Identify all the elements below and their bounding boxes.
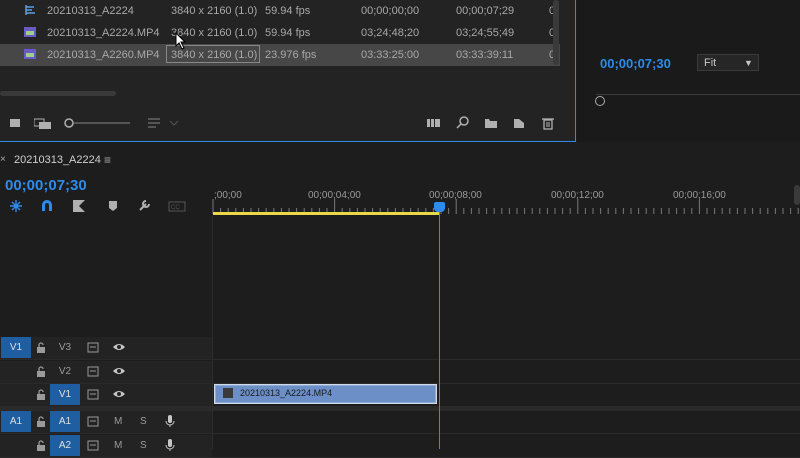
monitor-timecode[interactable]: 00;00;07;30: [600, 56, 671, 71]
track-header[interactable]: V1 V3: [0, 337, 212, 359]
new-item-icon[interactable]: [512, 116, 528, 130]
wrench-icon[interactable]: [137, 199, 151, 213]
timeline-vertical-scrollbar[interactable]: [794, 185, 800, 205]
insert-nest-icon[interactable]: [9, 199, 23, 213]
sync-lock-icon[interactable]: [87, 342, 99, 356]
solo-toggle[interactable]: S: [140, 440, 147, 451]
lock-icon[interactable]: [36, 440, 46, 454]
work-area-bar[interactable]: [213, 212, 439, 215]
mouse-cursor-icon: [175, 31, 187, 55]
fx-badge-icon: [223, 388, 233, 398]
find-icon[interactable]: [456, 116, 472, 130]
track-header[interactable]: V2: [0, 361, 212, 383]
sync-lock-icon[interactable]: [87, 389, 99, 403]
lock-icon[interactable]: [36, 342, 46, 356]
project-item-row[interactable]: 20210313_A2224 3840 x 2160 (1.0) 59.94 fps…: [0, 0, 560, 22]
ruler-label: 00;00;04;00: [308, 190, 361, 201]
item-start: 00;00;00;00: [361, 5, 420, 17]
source-patch[interactable]: A1: [1, 411, 31, 432]
monitor-playhead-icon[interactable]: [595, 96, 605, 106]
item-name: 20210313_A2260.MP4: [47, 49, 160, 61]
lock-icon[interactable]: [36, 366, 46, 380]
sequence-tab[interactable]: 20210313_A2224: [14, 154, 101, 166]
item-end: 03;24;55;49: [456, 27, 515, 39]
microphone-icon[interactable]: [165, 414, 175, 431]
ruler-label: ;00;00: [214, 190, 242, 201]
track-target[interactable]: V3: [50, 337, 80, 358]
source-patch[interactable]: [1, 435, 31, 456]
track-row: V2: [0, 361, 800, 384]
project-horizontal-scrollbar[interactable]: [0, 91, 116, 96]
track-target[interactable]: A1: [50, 411, 80, 432]
ruler-label: 00;00;08;00: [429, 190, 482, 201]
item-start: 03;24;48;20: [361, 27, 420, 39]
zoom-slider-icon[interactable]: [64, 116, 130, 130]
monitor-scrub-bar[interactable]: [596, 94, 800, 105]
item-fps: 23.976 fps: [265, 49, 317, 61]
chevron-down-icon: ▼: [744, 58, 753, 68]
track-header[interactable]: A1 A1 M S: [0, 411, 212, 433]
panel-menu-icon[interactable]: ≡: [104, 153, 111, 167]
eye-icon[interactable]: [112, 389, 126, 402]
track-target[interactable]: V1: [50, 384, 80, 405]
track-target[interactable]: A2: [50, 435, 80, 456]
program-monitor: [577, 0, 800, 142]
ruler-label: 00;00;12;00: [551, 190, 604, 201]
solo-toggle[interactable]: S: [140, 416, 147, 427]
clip-label: 20210313_A2224.MP4: [240, 388, 333, 398]
new-bin-icon[interactable]: [484, 116, 500, 130]
source-patch[interactable]: [1, 361, 31, 382]
close-icon[interactable]: ×: [0, 154, 6, 165]
snap-magnet-icon[interactable]: [40, 199, 54, 213]
item-end: 03:33:39:11: [456, 49, 514, 61]
automate-icon[interactable]: [426, 116, 442, 130]
item-fps: 59.94 fps: [265, 5, 311, 17]
lock-icon[interactable]: [36, 389, 46, 403]
mute-toggle[interactable]: M: [114, 440, 122, 451]
eye-icon[interactable]: [112, 366, 126, 379]
svg-text:CC: CC: [171, 205, 180, 211]
sequence-icon: [23, 3, 37, 17]
item-res: 3840 x 2160 (1.0): [171, 5, 258, 17]
lock-icon[interactable]: [36, 416, 46, 430]
playhead-handle-icon[interactable]: [434, 202, 445, 212]
item-name: 20210313_A2224: [47, 5, 134, 17]
timeline-timecode[interactable]: 00;00;07;30: [5, 177, 87, 194]
item-fps: 59.94 fps: [265, 27, 311, 39]
track-header[interactable]: V1: [0, 384, 212, 406]
item-end: 00;00;07;29: [456, 5, 515, 17]
source-patch[interactable]: V1: [1, 337, 31, 358]
video-clip-icon: [23, 25, 37, 39]
project-vertical-scrollbar[interactable]: [553, 0, 559, 65]
project-item-row[interactable]: 20210313_A2224.MP4 3840 x 2160 (1.0) 59.94…: [0, 22, 560, 44]
list-view-icon[interactable]: [10, 116, 26, 130]
audio-video-divider[interactable]: [0, 406, 800, 411]
project-item-row[interactable]: 20210313_A2260.MP4 3840 x 2160 (1.0) 23.97…: [0, 44, 560, 66]
ruler-label: 00;00;16;00: [673, 190, 726, 201]
sync-lock-icon[interactable]: [87, 416, 99, 430]
sync-lock-icon[interactable]: [87, 440, 99, 454]
microphone-icon[interactable]: [165, 438, 175, 455]
mute-toggle[interactable]: M: [114, 416, 122, 427]
video-clip-icon: [23, 47, 37, 61]
track-header[interactable]: A2 M S: [0, 435, 212, 457]
sort-icon[interactable]: [146, 116, 179, 130]
item-name: 20210313_A2224.MP4: [47, 27, 160, 39]
track-row: V1 V3: [0, 337, 800, 360]
linked-selection-icon[interactable]: [72, 199, 86, 213]
source-patch[interactable]: [1, 384, 31, 405]
sync-lock-icon[interactable]: [87, 366, 99, 380]
captions-icon[interactable]: CC: [168, 199, 186, 213]
playhead-line[interactable]: [439, 205, 440, 449]
item-start: 03:33:25:00: [361, 49, 420, 61]
track-row: A1 A1 M S: [0, 411, 800, 434]
clear-icon[interactable]: [541, 116, 557, 130]
track-target[interactable]: V2: [50, 361, 80, 382]
eye-icon[interactable]: [112, 342, 126, 355]
icon-view-icon[interactable]: [33, 116, 51, 130]
track-row: A2 M S: [0, 435, 800, 458]
add-marker-icon[interactable]: [107, 199, 121, 213]
